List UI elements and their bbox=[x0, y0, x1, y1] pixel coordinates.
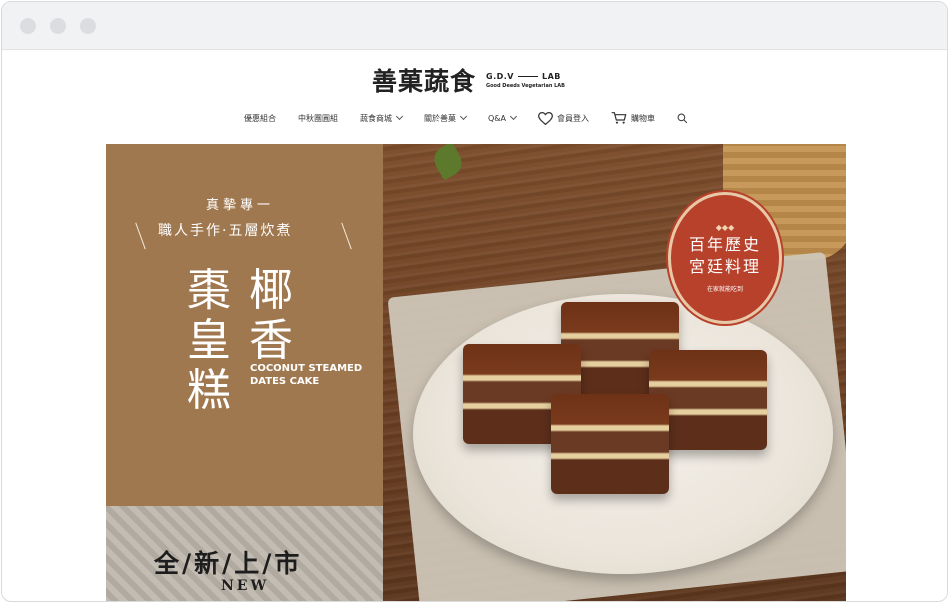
chevron-down-icon bbox=[459, 112, 468, 121]
window-dot-1[interactable] bbox=[20, 18, 36, 34]
browser-window: 善菓蔬食 G.D.V LAB Good Deeds Vegetarian LAB… bbox=[1, 1, 948, 602]
logo-english: G.D.V LAB Good Deeds Vegetarian LAB bbox=[486, 72, 565, 89]
badge-diamonds: ◆◆◆ bbox=[715, 223, 735, 232]
browser-chrome bbox=[2, 2, 947, 50]
nav-item-shop[interactable]: 蔬食商城 bbox=[360, 112, 404, 124]
member-login-link[interactable]: 會員登入 bbox=[538, 111, 589, 125]
window-dot-3[interactable] bbox=[80, 18, 96, 34]
logo-subtitle: Good Deeds Vegetarian LAB bbox=[486, 82, 565, 89]
logo-lab: LAB bbox=[542, 71, 561, 81]
nav-item-mid-autumn[interactable]: 中秋團圓組 bbox=[298, 113, 338, 124]
hero-launch-text: 全/新/上/市 bbox=[154, 549, 303, 578]
hero-launch-panel: 全/新/上/市 NEW bbox=[106, 506, 383, 601]
badge-line-1: 百年歷史 bbox=[688, 235, 761, 254]
hero-title-right: 椰香 bbox=[249, 265, 293, 366]
hero-banner[interactable]: 真摯專一 職人手作·五層炊煮 棗皇糕 椰香 COCONUT STEAMED DA… bbox=[106, 144, 846, 601]
hero-tagline-top: 真摯專一 bbox=[206, 198, 275, 213]
nav-item-deals[interactable]: 優惠組合 bbox=[244, 113, 276, 124]
badge-line-2: 宮廷料理 bbox=[688, 257, 761, 276]
logo-gdv: G.D.V bbox=[486, 71, 514, 81]
search-icon bbox=[677, 113, 688, 123]
decor-slash-right bbox=[341, 222, 352, 250]
history-badge: ◆◆◆ 百年歷史 宮廷料理 在家就能吃到 bbox=[668, 192, 782, 324]
badge-small-text: 在家就能吃到 bbox=[706, 286, 743, 293]
hero-title-english: COCONUT STEAMED DATES CAKE bbox=[250, 363, 363, 387]
hero-text-panel: 真摯專一 職人手作·五層炊煮 棗皇糕 椰香 COCONUT STEAMED DA… bbox=[106, 144, 383, 506]
logo-rule bbox=[518, 75, 538, 77]
search-button[interactable] bbox=[677, 113, 688, 124]
cart-icon bbox=[611, 112, 627, 124]
cake-piece bbox=[551, 394, 669, 494]
chevron-down-icon bbox=[509, 112, 518, 121]
decor-slash-left bbox=[135, 222, 146, 250]
window-dot-2[interactable] bbox=[50, 18, 66, 34]
cart-link[interactable]: 購物車 bbox=[611, 111, 655, 125]
main-nav: 優惠組合 中秋團圓組 蔬食商城 關於善菓 Q&A 會員登入 購物車 bbox=[244, 110, 710, 126]
chevron-down-icon bbox=[395, 112, 404, 121]
hero-title-left: 棗皇糕 bbox=[187, 265, 231, 416]
hero-new-label: NEW bbox=[221, 578, 270, 594]
site-logo[interactable]: 善菓蔬食 G.D.V LAB Good Deeds Vegetarian LAB bbox=[372, 64, 565, 96]
nav-item-about[interactable]: 關於善菓 bbox=[424, 112, 468, 124]
product-photo: ◆◆◆ 百年歷史 宮廷料理 在家就能吃到 bbox=[383, 144, 846, 601]
nav-item-qa[interactable]: Q&A bbox=[488, 112, 518, 123]
heart-icon bbox=[538, 111, 553, 125]
hero-tagline-main: 職人手作·五層炊煮 bbox=[158, 223, 293, 239]
logo-chinese: 善菓蔬食 bbox=[372, 67, 477, 96]
